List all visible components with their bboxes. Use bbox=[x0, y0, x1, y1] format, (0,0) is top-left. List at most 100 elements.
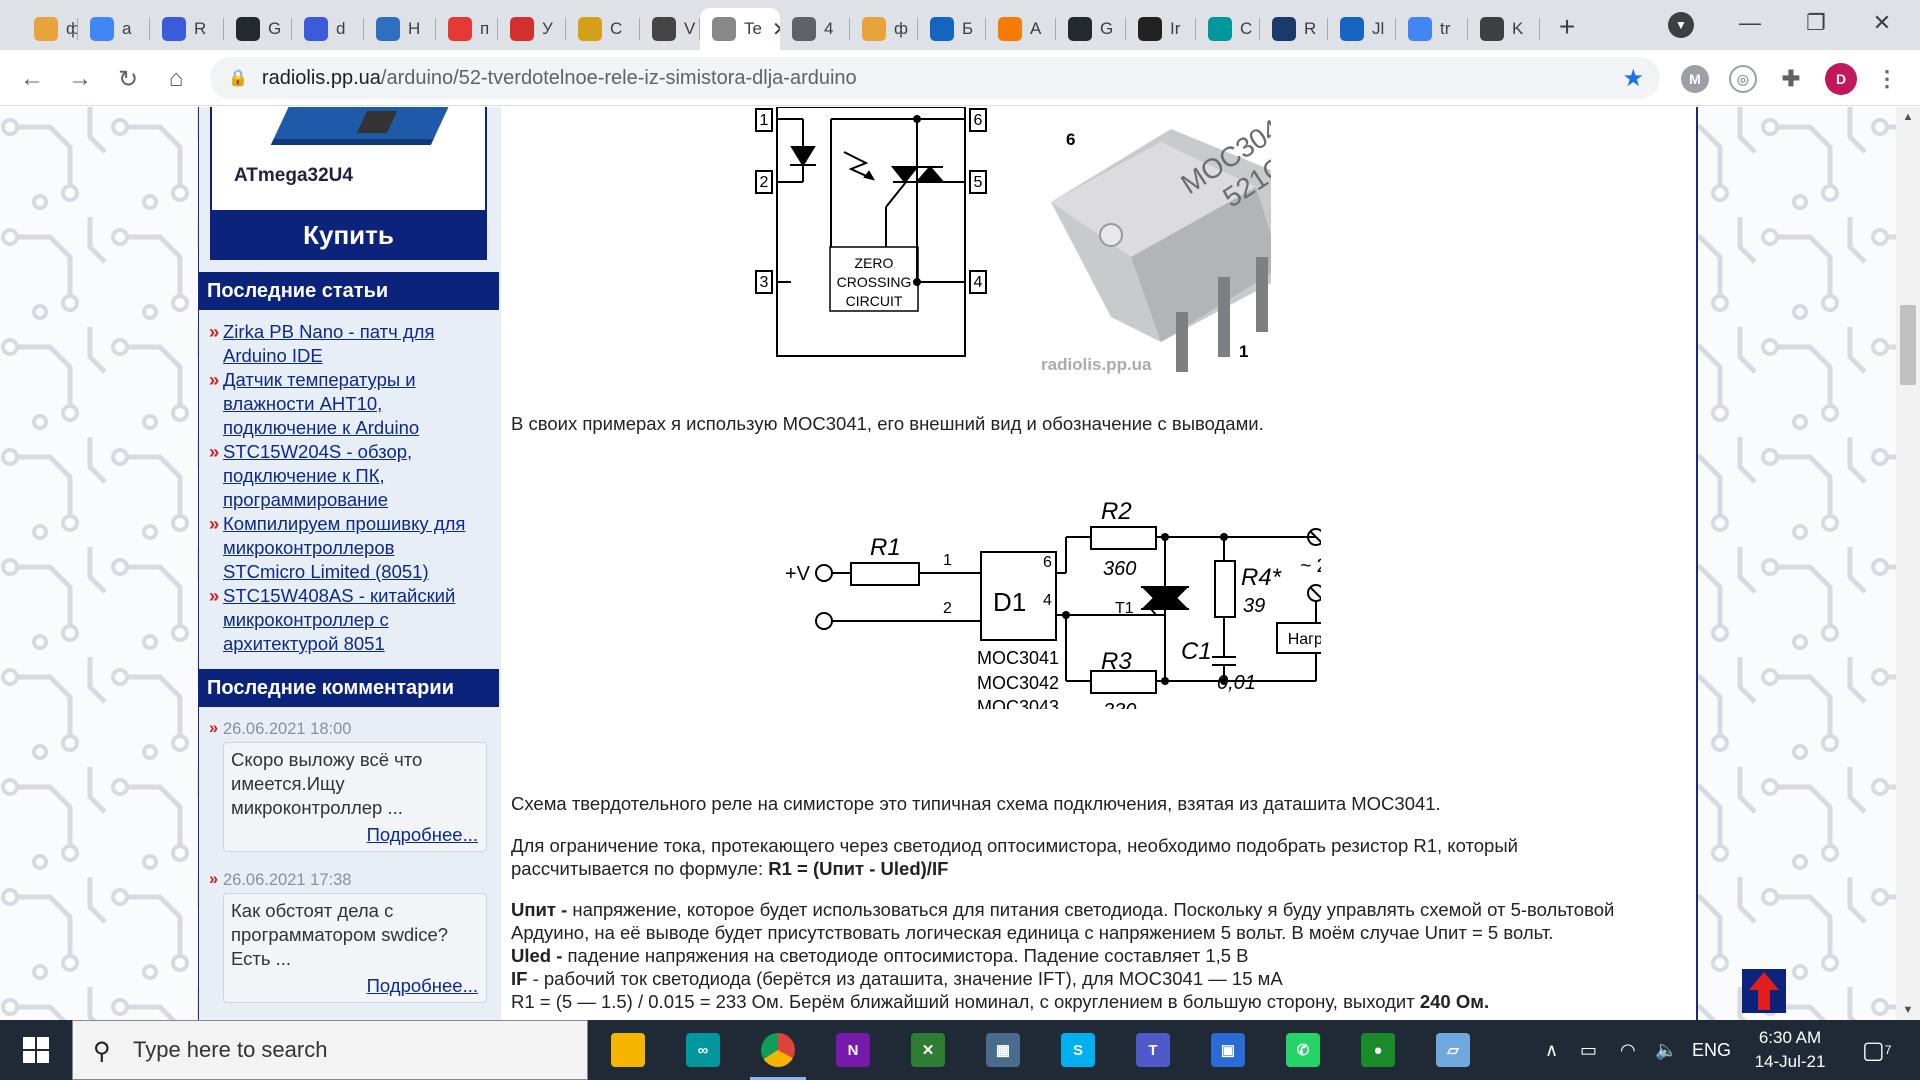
tab-close-icon[interactable]: ✕ bbox=[772, 17, 780, 42]
browser-tab[interactable]: tr bbox=[1396, 8, 1468, 50]
browser-tab[interactable]: Ir bbox=[1126, 8, 1196, 50]
taskbar-app[interactable] bbox=[740, 1020, 816, 1080]
term: Uled - bbox=[511, 945, 563, 966]
browser-tab[interactable]: V bbox=[640, 8, 700, 50]
browser-tab[interactable]: Jl bbox=[1328, 8, 1396, 50]
comment-more-link[interactable]: Подробнее... bbox=[367, 974, 478, 998]
load-label: Нагрузка bbox=[1288, 631, 1321, 648]
taskbar-app[interactable]: ▱ bbox=[1415, 1020, 1491, 1080]
browser-tab[interactable]: ф bbox=[22, 8, 78, 50]
browser-toolbar: ← → ↻ ⌂ 🔒 radiolis.pp.ua/arduino/52-tver… bbox=[0, 50, 1920, 106]
tab-search-button[interactable]: ▼ bbox=[1668, 12, 1694, 38]
profile-m-icon[interactable]: M bbox=[1681, 65, 1709, 93]
article-link[interactable]: Компилируем прошивку для микроконтроллеро… bbox=[207, 512, 492, 584]
tab-separator bbox=[1539, 18, 1540, 40]
browser-tab[interactable]: Б bbox=[918, 8, 986, 50]
scroll-up-arrow-icon[interactable]: ▲ bbox=[1896, 107, 1920, 127]
start-button[interactable] bbox=[0, 1020, 72, 1080]
r3-label: R3 bbox=[1101, 648, 1132, 675]
browser-tab[interactable]: a bbox=[78, 8, 150, 50]
term: Uпит - bbox=[511, 899, 568, 920]
d1-pin: 4 bbox=[1043, 592, 1052, 609]
show-hidden-icons[interactable]: ∧ bbox=[1545, 1020, 1558, 1080]
windows-logo-icon bbox=[23, 1037, 49, 1063]
paragraph-line: Uпит - напряжение, которое будет использ… bbox=[511, 898, 1681, 921]
browser-tab[interactable]: K bbox=[1468, 8, 1540, 50]
taskbar-app[interactable]: N bbox=[815, 1020, 891, 1080]
browser-tab[interactable]: R bbox=[1260, 8, 1328, 50]
d1-pin: 1 bbox=[943, 552, 952, 569]
browser-tab[interactable]: H bbox=[364, 8, 436, 50]
term-text: - рабочий ток светодиода (берётся из дат… bbox=[527, 968, 1283, 989]
browser-tab[interactable]: G bbox=[1056, 8, 1126, 50]
content-column: ATmega32U4 Купить Последние статьи Zirka… bbox=[198, 107, 1698, 1020]
address-bar[interactable]: 🔒 radiolis.pp.ua/arduino/52-tverdotelnoe… bbox=[210, 57, 1660, 99]
comment-more-link[interactable]: Подробнее... bbox=[367, 823, 478, 847]
notifications-icon[interactable]: ▢ 7 bbox=[1862, 1020, 1891, 1080]
browser-tab[interactable]: У bbox=[498, 8, 566, 50]
browser-tab[interactable]: Te ✕ bbox=[700, 8, 780, 50]
taskbar-app[interactable]: ● bbox=[1340, 1020, 1416, 1080]
language-indicator[interactable]: ENG bbox=[1692, 1020, 1731, 1080]
taskbar-app[interactable]: ▦ bbox=[965, 1020, 1041, 1080]
browser-tab[interactable]: C bbox=[1196, 8, 1260, 50]
lightning-icon bbox=[304, 17, 328, 41]
home-icon[interactable]: ⌂ bbox=[158, 61, 194, 97]
menu-kebab-icon[interactable]: ⋮ bbox=[1873, 65, 1901, 93]
new-tab-button[interactable]: + bbox=[1550, 10, 1584, 44]
close-window-button[interactable]: ✕ bbox=[1852, 6, 1912, 40]
taskbar-app[interactable] bbox=[590, 1020, 666, 1080]
buy-button[interactable]: Купить bbox=[210, 210, 487, 260]
taskbar-app[interactable]: ✆ bbox=[1265, 1020, 1341, 1080]
browser-tab[interactable]: A bbox=[986, 8, 1056, 50]
browser-tab[interactable]: G bbox=[224, 8, 292, 50]
scroll-down-arrow-icon[interactable]: ▼ bbox=[1896, 1000, 1920, 1020]
taskbar-app[interactable]: S bbox=[1040, 1020, 1116, 1080]
taskbar-search-box[interactable]: ⚲ Type here to search bbox=[72, 1020, 588, 1080]
taskbar-app[interactable]: ✕ bbox=[890, 1020, 966, 1080]
calc-text: R1 = (5 — 1.5) / 0.015 = 233 Ом. Берём б… bbox=[511, 991, 1420, 1012]
browser-tab[interactable]: п bbox=[436, 8, 498, 50]
cat-face-icon bbox=[862, 17, 886, 41]
article-link[interactable]: Zirka PB Nano - патч для Arduino IDE bbox=[207, 320, 492, 368]
article-link[interactable]: STC15W204S - обзор, подключение к ПК, прог… bbox=[207, 440, 492, 512]
browser-tab[interactable]: 4 bbox=[780, 8, 850, 50]
article-link-line: подключение к ПК, bbox=[223, 465, 385, 486]
pin-label: 4 bbox=[974, 274, 983, 291]
comment-item: 26.06.2021 18:00 Скоро выложу всё что им… bbox=[207, 719, 497, 852]
tab-title: Te bbox=[744, 19, 762, 38]
bookmark-star-icon[interactable]: ★ bbox=[1622, 64, 1644, 93]
browser-tab[interactable]: С bbox=[566, 8, 640, 50]
taskbar-app[interactable]: ▣ bbox=[1190, 1020, 1266, 1080]
vertical-scrollbar[interactable]: ▲ ▼ bbox=[1896, 107, 1920, 1020]
clock[interactable]: 6:30 AM 14-Jul-21 bbox=[1735, 1026, 1845, 1074]
tab-title: 4 bbox=[824, 19, 834, 38]
article-link[interactable]: Датчик температуры и влажности AHT10, подк… bbox=[207, 368, 492, 440]
article-link[interactable]: STC15W408AS - китайский микроконтроллер с… bbox=[207, 584, 492, 656]
windows-taskbar: ⚲ Type here to search ∞ N ✕ ▦ S T ▣ ✆ ● ▱ ∧ ▭ ◠ 🔈… bbox=[0, 1020, 1920, 1080]
restore-button[interactable]: ❐ bbox=[1786, 6, 1846, 40]
reload-icon[interactable]: ↻ bbox=[110, 61, 146, 97]
variables-explanation: Uпит - напряжение, которое будет использ… bbox=[511, 898, 1681, 1013]
back-arrow-icon[interactable]: ← bbox=[14, 61, 50, 97]
wifi-icon[interactable]: ◠ bbox=[1620, 1020, 1636, 1080]
scrollbar-thumb[interactable] bbox=[1900, 305, 1916, 385]
volume-icon[interactable]: 🔈 bbox=[1655, 1020, 1677, 1080]
browser-tab[interactable]: ф bbox=[850, 8, 918, 50]
tab-title: C bbox=[1240, 19, 1253, 38]
x-app-icon: ✕ bbox=[911, 1033, 945, 1067]
extension-camera-icon[interactable]: ◎ bbox=[1729, 65, 1757, 93]
recent-articles-list: Zirka PB Nano - патч дляArduino IDEДатчи… bbox=[207, 320, 492, 656]
taskbar-app[interactable]: T bbox=[1115, 1020, 1191, 1080]
browser-tab[interactable]: R bbox=[150, 8, 224, 50]
minimize-button[interactable]: — bbox=[1720, 6, 1780, 40]
profile-avatar[interactable]: D bbox=[1825, 63, 1857, 95]
taskbar-app[interactable]: ∞ bbox=[665, 1020, 741, 1080]
browser-tab[interactable]: d bbox=[292, 8, 364, 50]
feather-icon bbox=[1480, 17, 1504, 41]
battery-icon[interactable]: ▭ bbox=[1580, 1020, 1597, 1080]
moc3041-package-image: MOC3041 521Q 6 1 bbox=[1051, 107, 1271, 372]
scroll-to-top-button[interactable] bbox=[1742, 969, 1786, 1013]
extensions-puzzle-icon[interactable]: ✚ bbox=[1777, 65, 1805, 93]
forward-arrow-icon[interactable]: → bbox=[62, 61, 98, 97]
